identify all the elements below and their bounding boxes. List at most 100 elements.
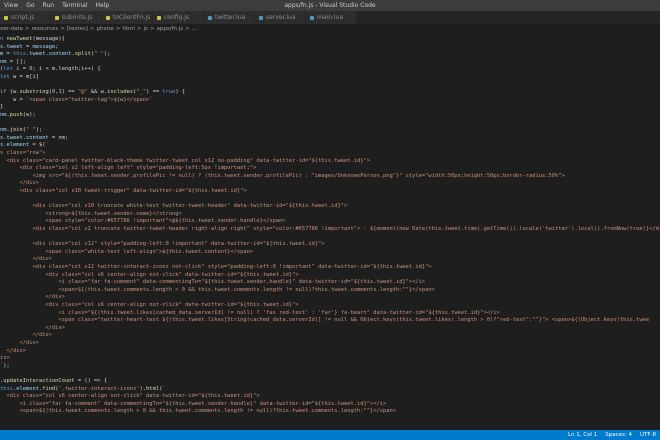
code-line[interactable]: <span>${(this.tweet.comments.length > 0 … — [0, 287, 434, 295]
code-token: </div> — [0, 332, 52, 339]
tab-label: config.js — [164, 14, 190, 21]
breadcrumb-item[interactable]: resources — [32, 26, 59, 32]
code-token: content — [48, 51, 72, 58]
code-token: <div class="col s12" style="padding-left… — [0, 241, 325, 248]
code-token: newTweet — [6, 36, 33, 42]
code-line[interactable]: s.tweet.content = nm; — [0, 135, 68, 143]
code-line[interactable]: `); — [0, 363, 10, 371]
code-line[interactable]: nm.push(w); — [0, 112, 36, 120]
code-line[interactable]: v class="row"> — [0, 150, 45, 158]
code-line[interactable]: .updateInteractionCount = () => { — [0, 378, 107, 386]
code-line[interactable]: <i class="far fa-comment" data-commentin… — [0, 279, 425, 287]
code-line[interactable]: <i class="${(this.tweet.likes[cached_dat… — [0, 309, 500, 318]
code-line[interactable]: <span class="white-text left-align">${th… — [0, 249, 253, 257]
code-line[interactable]: <div class="col s2 truncate twitter-twee… — [0, 226, 660, 234]
code-line[interactable]: <div class="col s10 truncate white-text … — [0, 203, 347, 211]
code-line[interactable]: n newTweet(message){ — [0, 36, 65, 44]
encoding[interactable]: UTF-8 — [640, 432, 656, 438]
code-token: <div class="col s6 center-align not-clic… — [0, 393, 260, 400]
code-token: (message){ — [32, 36, 65, 42]
cursor-position[interactable]: Ln 1, Col 1 — [568, 432, 597, 438]
tab-file[interactable]: server.lua — [255, 11, 306, 24]
code-line[interactable]: let w = m[i] — [0, 74, 39, 82]
code-token: s.element — [0, 142, 30, 149]
code-line[interactable]: nm = []; — [0, 59, 26, 67]
code-line[interactable]: <span>${(this.tweet.comments.length > 0 … — [0, 408, 395, 416]
code-line[interactable]: <div class="col s12" style="padding-left… — [0, 241, 325, 249]
breadcrumb-item[interactable]: apps/fn.js — [157, 26, 184, 32]
code-token: push — [9, 112, 23, 118]
code-line[interactable]: <div class="col s2 left-align left" styl… — [0, 165, 256, 173]
code-line[interactable]: </div> — [0, 325, 65, 333]
code-line[interactable]: w = `<span class="twitter-tag">${w}</spa… — [0, 97, 153, 105]
code-editor[interactable]: n newTweet(message){s.tweet = message; m … — [0, 36, 660, 430]
code-token: ; — [55, 43, 59, 50]
code-token: this — [13, 51, 26, 58]
tab-file[interactable]: submits.js — [51, 11, 102, 24]
code-line[interactable]: if (w.substring(0,1) == "@" && w.include… — [0, 89, 185, 97]
breadcrumb-item[interactable]: [testes] — [67, 26, 88, 32]
code-token: substring — [19, 89, 49, 96]
code-line[interactable]: this.element.find('.twitter-interact-ico… — [0, 386, 166, 394]
code-line[interactable]: <span style="color:#657786 !important">@… — [0, 218, 286, 226]
code-token: <div class="card-panel twitter-black-the… — [0, 157, 370, 164]
code-line[interactable]: <div class="col s12 twitter-interact-ico… — [0, 264, 431, 272]
breadcrumb-item[interactable]: js — [143, 26, 147, 32]
tab-label: twitter.lua — [215, 14, 246, 21]
tab-file[interactable]: main.lua — [306, 11, 357, 24]
breadcrumb-separator: > — [89, 26, 95, 32]
code-line[interactable]: <strong>${this.tweet.sender.name}</stron… — [0, 211, 181, 219]
code-line[interactable]: <div class="col s6 center-align not-clic… — [0, 302, 298, 310]
code-line[interactable]: </div> — [0, 348, 25, 356]
code-token: <div class="col s6 center-align not-clic… — [0, 271, 299, 278]
code-token: ) == — [61, 89, 78, 96]
code-line[interactable]: iv> — [0, 355, 10, 363]
code-token: "@" — [77, 89, 88, 96]
code-token: `<span class="twitter-tag">${w}</span>` — [25, 96, 153, 103]
code-token: <span style="color:#657786 !important">@… — [0, 218, 286, 225]
code-line[interactable]: s.tweet = message; — [0, 44, 58, 52]
code-token: join — [9, 127, 23, 134]
code-line[interactable]: <img src="${(this.tweet.sender.profilePi… — [0, 173, 564, 181]
code-line[interactable]: <span class="twitter-heart-text ${(this.… — [0, 317, 649, 325]
code-line[interactable]: nm.join(" "); — [0, 127, 42, 135]
code-token: ; i < m.length;i++) { — [32, 66, 101, 73]
code-token: } — [0, 104, 4, 111]
tab-label: toClientFn.js — [113, 14, 151, 21]
code-line[interactable]: </div> — [0, 340, 39, 348]
code-token: = []; — [6, 58, 26, 65]
code-line[interactable]: <i class="far fa-comment" data-commentin… — [0, 401, 386, 409]
code-token: ); — [3, 362, 10, 369]
code-token: w = — [9, 74, 26, 80]
code-line[interactable]: </div> — [0, 294, 65, 302]
code-token: <div class="col s10 tweet-trigger" data-… — [0, 188, 247, 194]
code-line[interactable]: } — [0, 104, 3, 112]
code-line[interactable]: s.element = $(` — [0, 142, 49, 150]
code-line[interactable]: <div class="card-panel twitter-black-the… — [0, 158, 370, 166]
tab-file[interactable]: config.js — [153, 11, 204, 24]
breadcrumb[interactable]: ver-data > resources > [testes] > phone > html > j… — [0, 24, 660, 34]
code-line[interactable]: <div class="col s10 tweet-trigger" data-… — [0, 188, 247, 196]
code-line[interactable]: </div> — [0, 180, 38, 188]
code-line[interactable]: <div class="col s6 center-align not-clic… — [0, 271, 299, 280]
file-type-icon — [208, 15, 212, 20]
tab-file[interactable]: twitter.lua — [204, 11, 255, 24]
code-token: </div> — [0, 340, 39, 346]
breadcrumb-item[interactable]: ... — [192, 26, 197, 32]
breadcrumb-item[interactable]: ver-data — [0, 26, 23, 32]
tab-file[interactable]: script.js — [0, 11, 51, 24]
breadcrumb-item[interactable]: phone — [97, 26, 114, 32]
code-token: <i class="${(this.tweet.likes[cached_dat… — [0, 309, 500, 316]
tab-label: submits.js — [62, 14, 93, 21]
indentation[interactable]: Spaces: 4 — [605, 432, 632, 438]
breadcrumb-item[interactable]: html — [122, 26, 135, 32]
code-line[interactable]: </div> — [0, 256, 51, 264]
code-token: updateInteractionCount — [3, 378, 75, 384]
code-line[interactable]: (let i = 0; i < m.length;i++) { — [0, 66, 101, 74]
code-line[interactable]: <div class="col s6 center-align not-clic… — [0, 393, 260, 401]
code-line[interactable]: </div> — [0, 332, 52, 340]
breadcrumb-separator: > — [185, 26, 190, 32]
status-bar: Ln 1, Col 1 Spaces: 4 UTF-8 — [0, 430, 660, 440]
code-line[interactable]: m = this.tweet.content.split(" "); — [0, 51, 110, 59]
tab-file[interactable]: toClientFn.js — [102, 11, 153, 24]
